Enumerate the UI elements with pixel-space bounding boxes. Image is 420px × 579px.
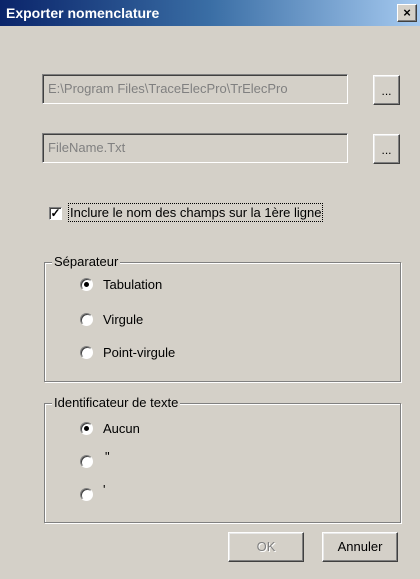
ok-button[interactable]: OK bbox=[228, 532, 304, 562]
separator-legend: Séparateur bbox=[52, 254, 121, 269]
separator-group bbox=[44, 262, 401, 382]
text-qualifier-legend: Identificateur de texte bbox=[52, 395, 181, 410]
folder-path-field[interactable]: E:\Program Files\TraceElecPro\TrElecPro bbox=[42, 74, 348, 104]
file-name-field[interactable]: FileName.Txt bbox=[42, 133, 348, 163]
radio-aucun-label[interactable]: Aucun bbox=[103, 421, 140, 436]
radio-double-quote[interactable] bbox=[80, 455, 93, 468]
window-title: Exporter nomenclature bbox=[6, 5, 160, 21]
include-header-checkbox[interactable]: ✓ bbox=[49, 207, 62, 220]
radio-tabulation[interactable] bbox=[80, 278, 93, 291]
radio-point-virgule[interactable] bbox=[80, 346, 93, 359]
include-header-label[interactable]: Inclure le nom des champs sur la 1ère li… bbox=[67, 203, 324, 222]
browse-file-button[interactable]: ... bbox=[373, 134, 400, 164]
title-bar: Exporter nomenclature × bbox=[0, 0, 420, 26]
radio-single-quote-label[interactable]: ' bbox=[103, 482, 105, 497]
text-qualifier-group bbox=[44, 403, 401, 523]
radio-aucun[interactable] bbox=[80, 422, 93, 435]
radio-tabulation-label[interactable]: Tabulation bbox=[103, 277, 162, 292]
close-button[interactable]: × bbox=[397, 4, 417, 22]
radio-virgule[interactable] bbox=[80, 313, 93, 326]
browse-folder-button[interactable]: ... bbox=[373, 75, 400, 105]
radio-single-quote[interactable] bbox=[80, 488, 93, 501]
check-icon: ✓ bbox=[50, 206, 61, 220]
radio-double-quote-label[interactable]: " bbox=[105, 449, 110, 464]
cancel-button[interactable]: Annuler bbox=[322, 532, 398, 562]
close-icon: × bbox=[403, 5, 411, 20]
radio-point-virgule-label[interactable]: Point-virgule bbox=[103, 345, 175, 360]
radio-virgule-label[interactable]: Virgule bbox=[103, 312, 143, 327]
